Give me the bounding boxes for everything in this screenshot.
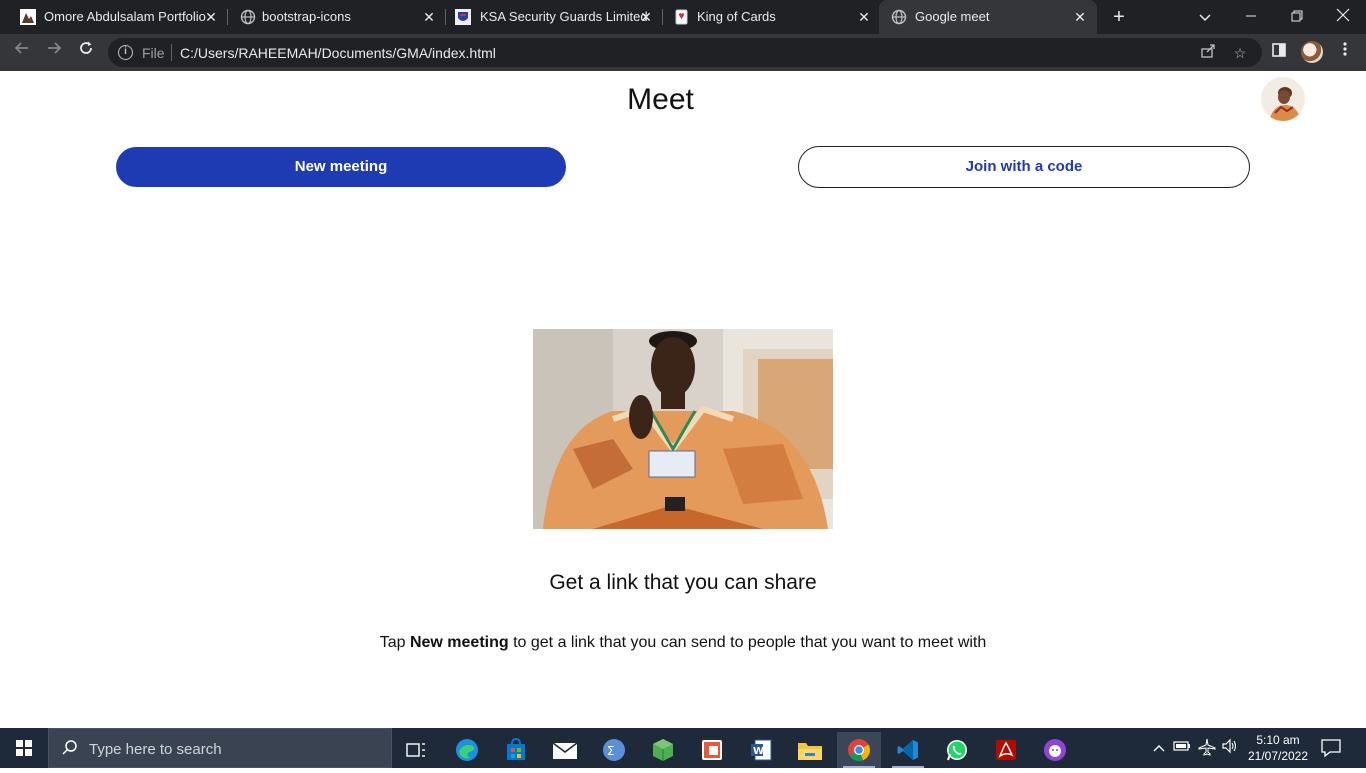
office-icon[interactable] — [690, 732, 734, 768]
svg-text:Σ: Σ — [607, 744, 615, 758]
tab-title: KSA Security Guards Limited — [480, 9, 648, 24]
restore-button[interactable] — [1285, 5, 1309, 29]
globe-icon — [891, 9, 907, 25]
whatsapp-icon[interactable] — [935, 732, 979, 768]
forward-button[interactable] — [42, 40, 66, 64]
share-link-headline: Get a link that you can share — [549, 571, 817, 594]
vscode-icon[interactable] — [886, 732, 930, 768]
tab-search-chevron-icon[interactable] — [1193, 5, 1217, 29]
tab-ksa-security[interactable]: KSA Security Guards Limited ✕ — [435, 0, 661, 34]
new-meeting-button[interactable]: New meeting — [116, 147, 566, 187]
portfolio-favicon-icon — [20, 9, 36, 25]
airplane-mode-icon[interactable] — [1197, 738, 1217, 758]
desc-prefix: Tap — [379, 634, 410, 651]
tab-king-of-cards[interactable]: King of Cards ✕ — [654, 0, 878, 34]
tab-title: Omore Abdulsalam Portfolio — [44, 9, 206, 24]
ksa-favicon-icon — [455, 9, 471, 25]
address-bar[interactable]: i File C:/Users/RAHEEMAH/Documents/GMA/i… — [108, 38, 1262, 67]
close-tab-icon[interactable]: ✕ — [202, 8, 220, 26]
close-tab-icon[interactable]: ✕ — [637, 8, 655, 26]
file-explorer-icon[interactable] — [788, 732, 832, 768]
page-title: Meet — [627, 83, 694, 116]
url-scheme-label: File — [142, 45, 165, 61]
join-with-code-button[interactable]: Join with a code — [798, 146, 1250, 188]
edge-icon[interactable] — [445, 732, 489, 768]
new-tab-button[interactable]: + — [1108, 6, 1130, 28]
share-icon[interactable] — [1198, 43, 1218, 63]
volume-icon[interactable] — [1220, 738, 1240, 758]
close-tab-icon[interactable]: ✕ — [1071, 8, 1089, 26]
tab-title: King of Cards — [697, 9, 776, 24]
address-divider — [171, 44, 172, 61]
desc-bold-new-meeting: New meeting — [409, 634, 509, 651]
svg-text:W: W — [753, 746, 764, 757]
tab-omore-portfolio[interactable]: Omore Abdulsalam Portfolio ✕ — [0, 0, 226, 34]
share-link-description: Tap New meeting to get a link that you c… — [0, 634, 1366, 652]
tab-title: Google meet — [915, 9, 990, 24]
close-tab-icon[interactable]: ✕ — [855, 8, 873, 26]
tab-title: bootstrap-icons — [262, 9, 351, 24]
store-icon[interactable] — [494, 732, 538, 768]
minecraft-icon[interactable] — [641, 732, 685, 768]
taskbar-search-box[interactable]: Type here to search — [48, 728, 392, 768]
search-placeholder: Type here to search — [89, 741, 222, 758]
show-hidden-icons-chevron-icon[interactable] — [1149, 738, 1169, 758]
windows-taskbar: Type here to search Σ W 5:10 am 21/07/20… — [0, 728, 1366, 768]
chrome-icon[interactable] — [837, 732, 881, 768]
globe-icon — [240, 9, 256, 25]
notification-icon[interactable] — [1320, 738, 1344, 758]
windows-start-icon[interactable] — [0, 728, 48, 768]
profile-avatar[interactable] — [1301, 41, 1323, 63]
desc-suffix: to get a link that you can send to peopl… — [508, 634, 987, 651]
reload-button[interactable] — [74, 40, 98, 64]
clock-time: 5:10 am — [1256, 733, 1300, 747]
word-icon[interactable]: W — [739, 732, 783, 768]
tab-google-meet[interactable]: Google meet ✕ — [879, 0, 1097, 34]
tab-bootstrap-icons[interactable]: bootstrap-icons ✕ — [220, 0, 444, 34]
browser-tab-strip: Omore Abdulsalam Portfolio ✕ bootstrap-i… — [0, 0, 1366, 34]
user-avatar[interactable] — [1261, 77, 1305, 121]
card-favicon-icon — [674, 9, 690, 25]
back-button[interactable] — [10, 40, 34, 64]
bookmark-star-icon[interactable]: ☆ — [1230, 43, 1250, 63]
calculator-icon[interactable]: Σ — [592, 732, 636, 768]
close-window-button[interactable] — [1331, 5, 1355, 29]
browser-toolbar: i File C:/Users/RAHEEMAH/Documents/GMA/i… — [0, 34, 1366, 71]
mail-icon[interactable] — [543, 732, 587, 768]
taskbar-clock[interactable]: 5:10 am 21/07/2022 — [1240, 732, 1316, 764]
task-view-icon[interactable] — [394, 732, 438, 768]
minimize-button[interactable] — [1239, 5, 1263, 29]
acrobat-icon[interactable] — [984, 732, 1028, 768]
github-desktop-icon[interactable] — [1033, 732, 1077, 768]
info-icon[interactable]: i — [118, 45, 133, 60]
search-icon — [61, 739, 79, 757]
battery-icon[interactable] — [1172, 738, 1192, 758]
side-panel-icon[interactable] — [1268, 41, 1290, 63]
meet-page: Meet New meeting Join with a code Get a … — [0, 71, 1366, 728]
clock-date: 21/07/2022 — [1247, 749, 1309, 763]
url-text[interactable]: C:/Users/RAHEEMAH/Documents/GMA/index.ht… — [180, 45, 496, 61]
more-menu-icon[interactable] — [1334, 41, 1356, 63]
hero-photo — [533, 329, 833, 529]
